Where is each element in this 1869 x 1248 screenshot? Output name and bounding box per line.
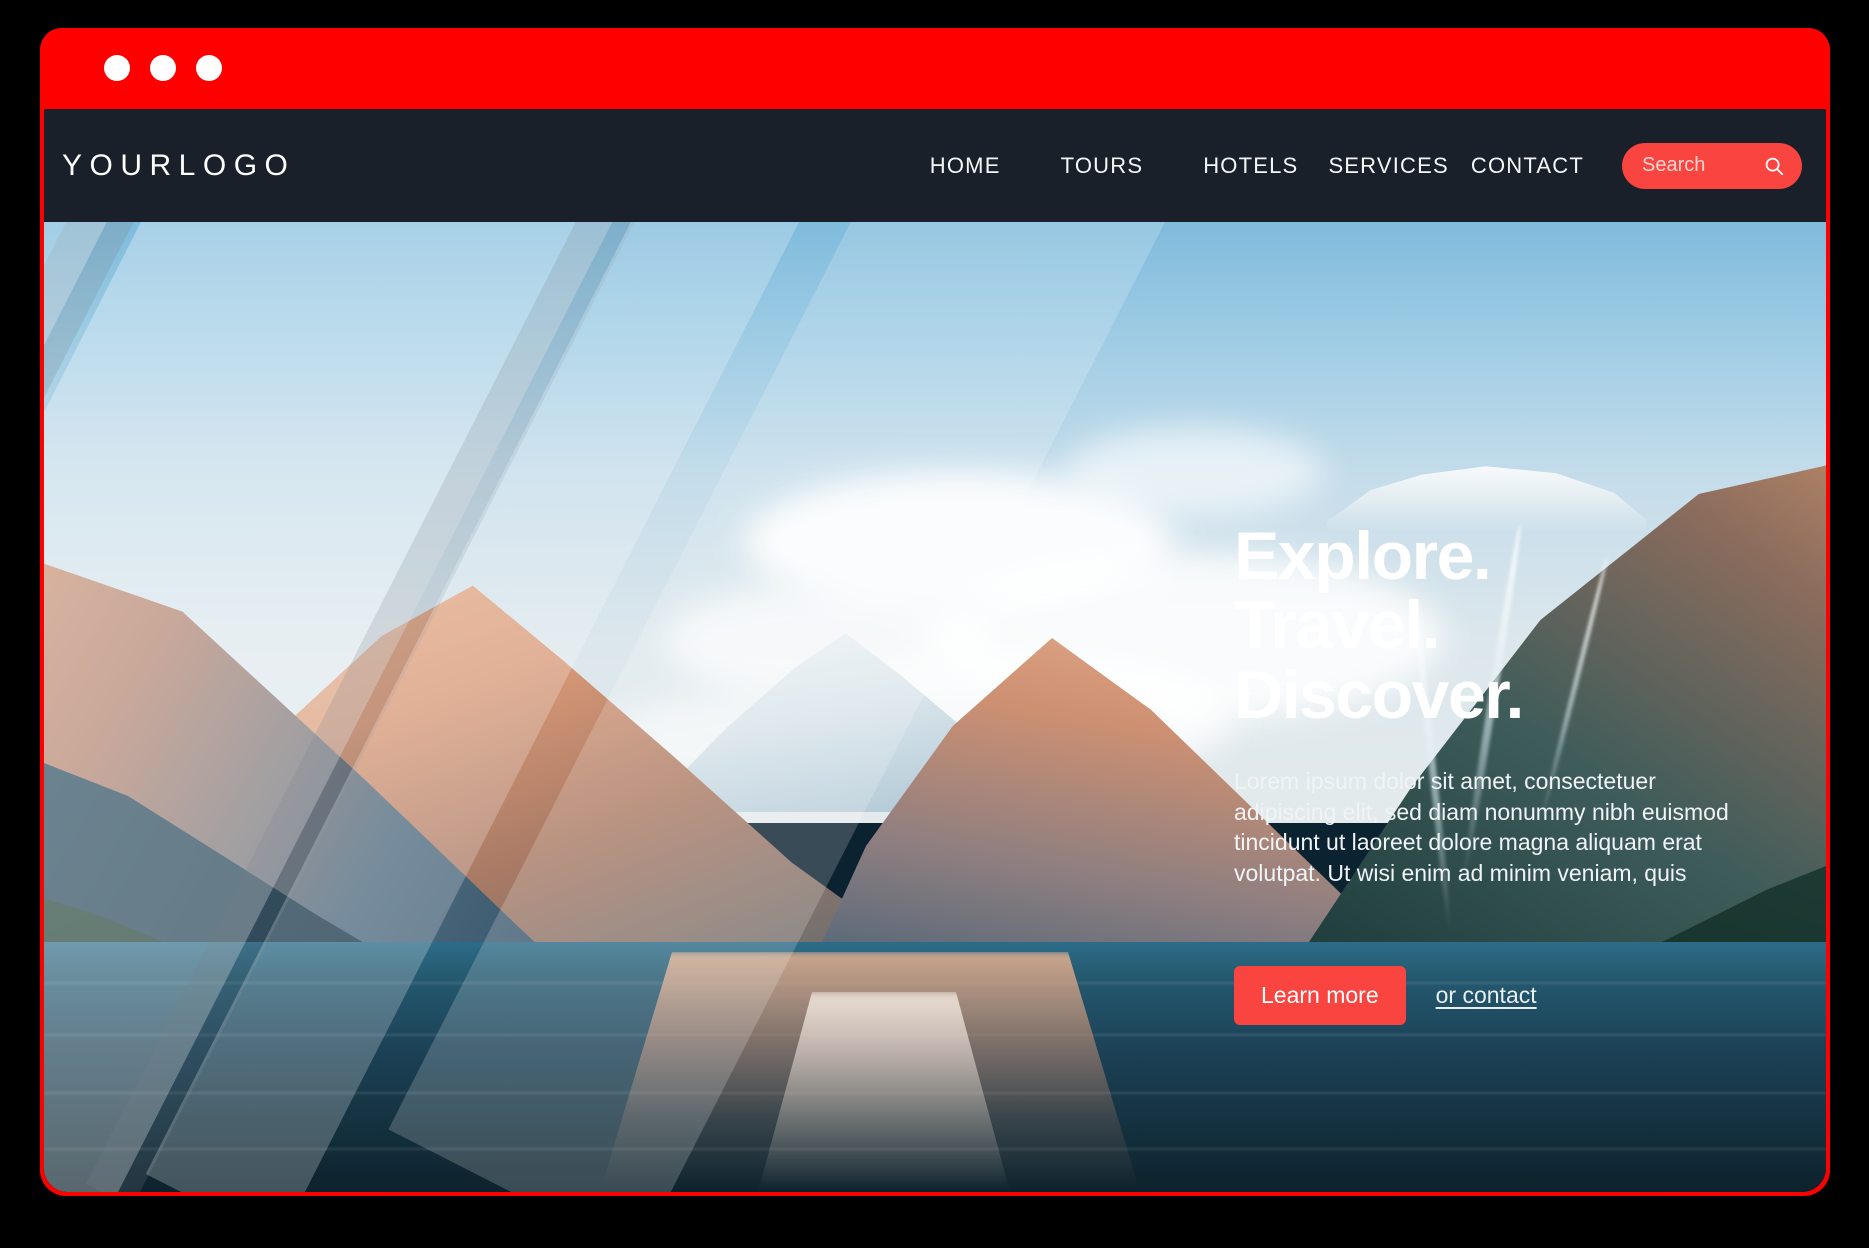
browser-titlebar (40, 28, 1830, 103)
nav-item-services[interactable]: SERVICES (1328, 153, 1448, 179)
nav-item-hotels[interactable]: HOTELS (1203, 153, 1298, 179)
window-close-button[interactable] (104, 55, 130, 81)
contact-link[interactable]: or contact (1436, 982, 1537, 1009)
hero-heading-line-2: Travel. (1234, 587, 1441, 664)
window-minimize-button[interactable] (150, 55, 176, 81)
nav-item-tours[interactable]: TOURS (1061, 153, 1144, 179)
nav-links: HOME TOURS HOTELS SERVICES CONTACT (930, 142, 1812, 189)
hero-section: Explore. Travel. Discover. Lorem ipsum d… (44, 222, 1826, 1192)
hero-heading: Explore. Travel. Discover. (1234, 518, 1774, 733)
search-input[interactable] (1642, 154, 1752, 177)
page-viewport: YOURLOGO HOME TOURS HOTELS SERVICES CONT… (44, 109, 1826, 1192)
hero-copy: Explore. Travel. Discover. Lorem ipsum d… (1234, 518, 1774, 1026)
site-logo[interactable]: YOURLOGO (62, 149, 295, 183)
nav-item-contact[interactable]: CONTACT (1471, 153, 1584, 179)
learn-more-button[interactable]: Learn more (1234, 966, 1406, 1026)
cloud (1064, 427, 1324, 517)
hero-heading-line-1: Explore. (1234, 518, 1492, 594)
site-navbar: YOURLOGO HOME TOURS HOTELS SERVICES CONT… (44, 109, 1826, 222)
hero-paragraph: Lorem ipsum dolor sit amet, consectetuer… (1234, 768, 1729, 886)
window-maximize-button[interactable] (196, 55, 222, 81)
hero-heading-line-3: Discover. (1234, 656, 1524, 733)
nav-item-home[interactable]: HOME (930, 153, 1001, 179)
hero-actions: Learn more or contact (1234, 966, 1774, 1026)
browser-window: YOURLOGO HOME TOURS HOTELS SERVICES CONT… (40, 28, 1830, 1196)
search-icon[interactable] (1763, 155, 1785, 177)
search-box[interactable] (1622, 142, 1802, 189)
